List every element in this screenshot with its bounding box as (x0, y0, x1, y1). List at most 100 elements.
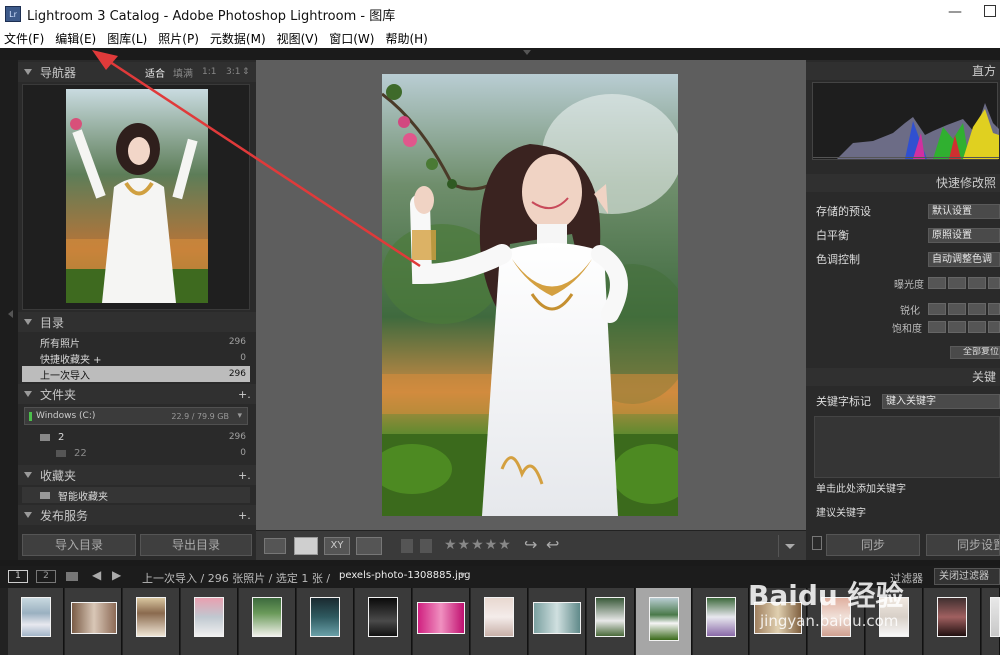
loupe-view[interactable] (256, 60, 806, 530)
collapse-left-arrow-icon[interactable] (8, 310, 13, 318)
volume-menu-icon[interactable]: ▾ (237, 411, 242, 421)
filmstrip-source-path[interactable]: 上一次导入 / 296 张照片 / 选定 1 张 / (142, 570, 330, 586)
catalog-previous-import[interactable]: 上一次导入 296 (22, 366, 250, 382)
filmstrip-thumb-selected[interactable] (636, 588, 692, 655)
collapse-triangle-icon[interactable] (24, 472, 32, 478)
forward-arrow-icon[interactable]: ▶ (112, 568, 121, 582)
filmstrip-thumb[interactable] (693, 588, 749, 655)
saturation-step-down-large[interactable] (928, 321, 946, 333)
flag-pick-icon[interactable] (401, 539, 413, 553)
menu-view[interactable]: 视图(V) (273, 30, 323, 47)
sync-button[interactable]: 同步 (826, 534, 920, 556)
exposure-step-down-large[interactable] (928, 277, 946, 289)
filmstrip-thumb[interactable] (413, 588, 470, 655)
zoom-3-1[interactable]: 3:1 (226, 67, 240, 77)
collapse-triangle-icon[interactable] (24, 319, 32, 325)
filmstrip-thumb[interactable] (297, 588, 354, 655)
menu-window[interactable]: 窗口(W) (325, 30, 378, 47)
collapse-triangle-icon[interactable] (24, 69, 32, 75)
histogram-header[interactable]: 直方 (806, 62, 1000, 80)
toolbar-menu-icon[interactable] (785, 544, 795, 549)
collections-header[interactable]: 收藏夹 +. (18, 465, 256, 485)
compare-view-icon[interactable]: XY (324, 537, 350, 555)
reset-all-button[interactable]: 全部复位 (950, 346, 1000, 359)
filmstrip-thumb[interactable] (123, 588, 180, 655)
collapse-triangle-icon[interactable] (24, 512, 32, 518)
export-button[interactable]: 导出目录 (140, 534, 252, 556)
filmstrip-thumb[interactable] (471, 588, 528, 655)
filmstrip-thumb[interactable] (181, 588, 238, 655)
menu-file[interactable]: 文件(F) (0, 30, 48, 47)
keywording-header[interactable]: 关键 (806, 368, 1000, 386)
saved-preset-select[interactable]: 默认设置 (928, 203, 1000, 219)
filmstrip-thumb[interactable] (587, 588, 635, 655)
maximize-button[interactable] (984, 5, 996, 17)
sharpen-step-up[interactable] (968, 303, 986, 315)
filmstrip-thumb[interactable] (982, 588, 1000, 655)
quick-develop-header[interactable]: 快速修改照 (806, 174, 1000, 192)
secondary-window-button[interactable]: 2 (36, 570, 56, 583)
sharpen-step-down-large[interactable] (928, 303, 946, 315)
navigator-preview[interactable] (22, 84, 250, 310)
suggested-keywords[interactable]: 建议关键字 (808, 500, 1000, 522)
zoom-fit[interactable]: 适合 (145, 65, 165, 80)
module-picker-strip[interactable] (0, 48, 1000, 60)
import-button[interactable]: 导入目录 (22, 534, 136, 556)
zoom-more-icon[interactable]: ⇕ (242, 67, 250, 77)
menu-library[interactable]: 图库(L) (103, 30, 151, 47)
saturation-step-up[interactable] (968, 321, 986, 333)
exposure-step-up-large[interactable] (988, 277, 1000, 289)
rotate-right-icon[interactable]: ↩ (546, 535, 559, 554)
white-balance-select[interactable]: 原照设置 (928, 227, 1000, 243)
collapse-top-arrow-icon[interactable] (523, 50, 531, 55)
navigator-photo[interactable] (66, 89, 208, 303)
exposure-step-up[interactable] (968, 277, 986, 289)
catalog-quick-collection[interactable]: 快捷收藏夹 + 0 (22, 350, 250, 366)
flag-reject-icon[interactable] (420, 539, 432, 553)
add-collection-button[interactable]: +. (238, 469, 251, 482)
add-keyword-hint[interactable]: 单击此处添加关键字 (808, 476, 1000, 498)
primary-window-button[interactable]: 1 (8, 570, 28, 583)
menu-metadata[interactable]: 元数据(M) (206, 30, 270, 47)
rotate-left-icon[interactable]: ↪ (524, 535, 537, 554)
back-arrow-icon[interactable]: ◀ (92, 568, 101, 582)
smart-collection-item[interactable]: 智能收藏夹 (22, 487, 250, 503)
filmstrip-thumb[interactable] (239, 588, 296, 655)
add-publish-button[interactable]: +. (238, 509, 251, 522)
publish-header[interactable]: 发布服务 +. (18, 505, 256, 525)
sync-settings-button[interactable]: 同步设置 (926, 534, 1000, 556)
folder-item[interactable]: 2 296 (22, 429, 250, 445)
filmstrip-thumb[interactable] (355, 588, 412, 655)
volume-bar[interactable]: Windows (C:) 22.9 / 79.9 GB ▾ (24, 407, 248, 425)
catalog-header[interactable]: 目录 (18, 312, 256, 332)
loupe-view-icon[interactable] (294, 537, 318, 555)
filmstrip-thumb[interactable] (65, 588, 122, 655)
menu-edit[interactable]: 编辑(E) (51, 30, 100, 47)
zoom-fill[interactable]: 填满 (173, 65, 193, 80)
grid-view-icon[interactable] (264, 538, 286, 554)
filmstrip-thumb[interactable] (529, 588, 586, 655)
histogram[interactable] (812, 82, 999, 160)
filmstrip-thumb[interactable] (8, 588, 64, 655)
collapse-triangle-icon[interactable] (24, 391, 32, 397)
sync-toggle-icon[interactable] (812, 536, 822, 550)
auto-tone-button[interactable]: 自动调整色调 (928, 251, 1000, 267)
menu-photo[interactable]: 照片(P) (154, 30, 203, 47)
filter-select[interactable]: 关闭过滤器 (934, 568, 1000, 585)
navigator-header[interactable]: 导航器 适合 填满 1:1 3:1 ⇕ (18, 62, 256, 82)
saturation-step-down[interactable] (948, 321, 966, 333)
grid-small-icon[interactable] (66, 572, 78, 581)
keyword-tags-select[interactable]: 键入关键字 (882, 393, 1000, 409)
menu-help[interactable]: 帮助(H) (381, 30, 431, 47)
folders-header[interactable]: 文件夹 +. (18, 384, 256, 404)
saturation-step-up-large[interactable] (988, 321, 1000, 333)
sharpen-step-up-large[interactable] (988, 303, 1000, 315)
catalog-all-photos[interactable]: 所有照片 296 (22, 334, 250, 350)
rating-stars[interactable]: ★★★★★ (444, 537, 512, 553)
minimize-button[interactable]: — (948, 4, 962, 20)
add-folder-button[interactable]: +. (238, 388, 251, 401)
exposure-step-down[interactable] (948, 277, 966, 289)
folder-item[interactable]: 22 0 (22, 445, 250, 461)
keyword-textarea[interactable] (814, 416, 1000, 478)
main-photo[interactable] (382, 74, 678, 516)
